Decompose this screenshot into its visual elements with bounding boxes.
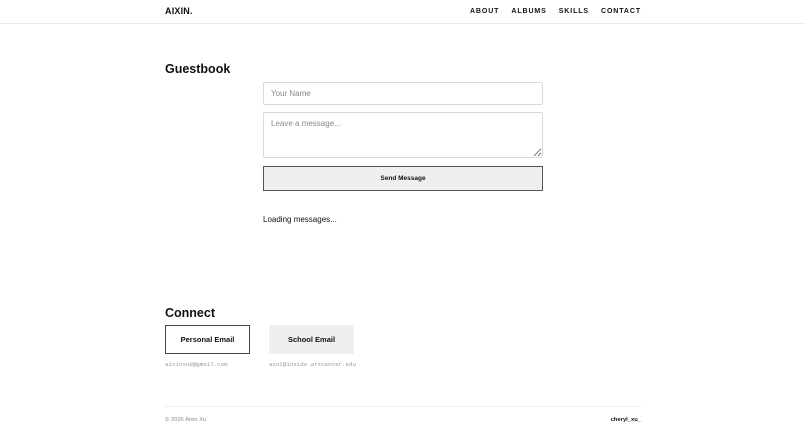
messages-status: Loading messages... bbox=[263, 215, 337, 224]
nav-link-about[interactable]: ABOUT bbox=[470, 8, 499, 15]
footer-divider bbox=[165, 406, 641, 407]
school-email-button[interactable]: School Email bbox=[269, 325, 354, 354]
send-message-button[interactable]: Send Message bbox=[263, 166, 543, 191]
connect-title: Connect bbox=[165, 306, 215, 320]
nav-link-albums[interactable]: ALBUMS bbox=[511, 8, 546, 15]
footer-copyright: © 2026 Aixin Xu bbox=[165, 417, 207, 423]
nav-link-skills[interactable]: SKILLS bbox=[559, 8, 589, 15]
nav-link-contact[interactable]: CONTACT bbox=[601, 8, 641, 15]
social-handle-link[interactable]: cheryl_xu_ bbox=[611, 417, 641, 423]
school-email-address: axu2@inside.artcenter.edu bbox=[269, 361, 356, 368]
main-nav: ABOUT ALBUMS SKILLS CONTACT bbox=[470, 8, 641, 15]
school-email-label: School Email bbox=[287, 335, 336, 344]
personal-email-button[interactable]: Personal Email bbox=[165, 325, 250, 354]
personal-email-address: aixinxu0@gmail.com bbox=[165, 361, 228, 368]
site-header: AIXIN. ABOUT ALBUMS SKILLS CONTACT bbox=[0, 0, 806, 24]
site-logo[interactable]: AIXIN. bbox=[165, 6, 193, 16]
guestbook-title: Guestbook bbox=[165, 62, 231, 76]
personal-email-label: Personal Email bbox=[180, 335, 235, 344]
message-textarea[interactable] bbox=[263, 112, 543, 158]
name-input[interactable] bbox=[263, 82, 543, 105]
